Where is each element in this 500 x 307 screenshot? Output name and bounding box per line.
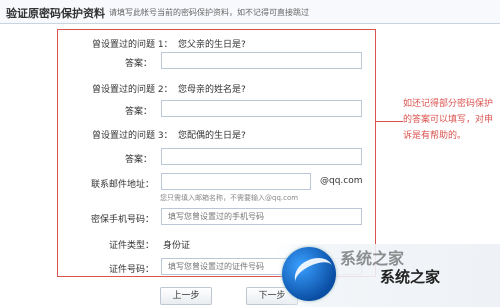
email-hint: 您只需填入邮箱名称，不需要输入@qq.com — [160, 194, 299, 202]
question-1-label: 曾设置过的问题 1： — [92, 40, 173, 50]
page-description: 请填写此帐号当前的密码保护资料，如不记得可直接跳过 — [109, 8, 309, 17]
id-type-value: 身份证 — [163, 241, 191, 251]
phone-label: 密保手机号码： — [90, 215, 154, 225]
logo-swoosh-icon — [289, 251, 339, 297]
answer-1-input[interactable] — [161, 52, 362, 69]
prev-button[interactable]: 上一步 — [160, 287, 212, 305]
question-1-text: 您父亲的生日是? — [178, 40, 246, 50]
watermark-text: 系统之家 — [380, 268, 441, 286]
email-label: 联系邮件地址： — [90, 180, 154, 190]
answer-3-label: 答案： — [124, 155, 152, 165]
question-2-text: 您母亲的姓名是? — [178, 85, 246, 95]
watermark-logo: 系统之家 系统之家 — [276, 244, 500, 307]
email-field[interactable] — [161, 173, 311, 190]
id-number-label: 证件号码： — [108, 265, 154, 275]
answer-1-label: 答案： — [124, 59, 152, 69]
logo-globe-icon — [282, 247, 339, 301]
id-type-label: 证件类型： — [108, 241, 154, 251]
page-title: 验证原密码保护资料 — [6, 7, 105, 20]
callout-note: 如还记得部分密码保护的答案可以填写，对申诉是有帮助的。 — [403, 99, 494, 141]
question-2-label: 曾设置过的问题 2： — [92, 85, 173, 95]
callout-connector — [376, 121, 403, 122]
question-3-label: 曾设置过的问题 3： — [92, 131, 173, 141]
question-3-text: 您配偶的生日是? — [178, 131, 246, 141]
page-header: 验证原密码保护资料 请填写此帐号当前的密码保护资料，如不记得可直接跳过 — [0, 0, 500, 24]
answer-2-label: 答案： — [124, 107, 152, 117]
answer-3-input[interactable] — [161, 148, 362, 165]
email-suffix: @qq.com — [320, 176, 363, 186]
answer-2-input[interactable] — [161, 100, 362, 117]
phone-input[interactable] — [161, 208, 362, 225]
